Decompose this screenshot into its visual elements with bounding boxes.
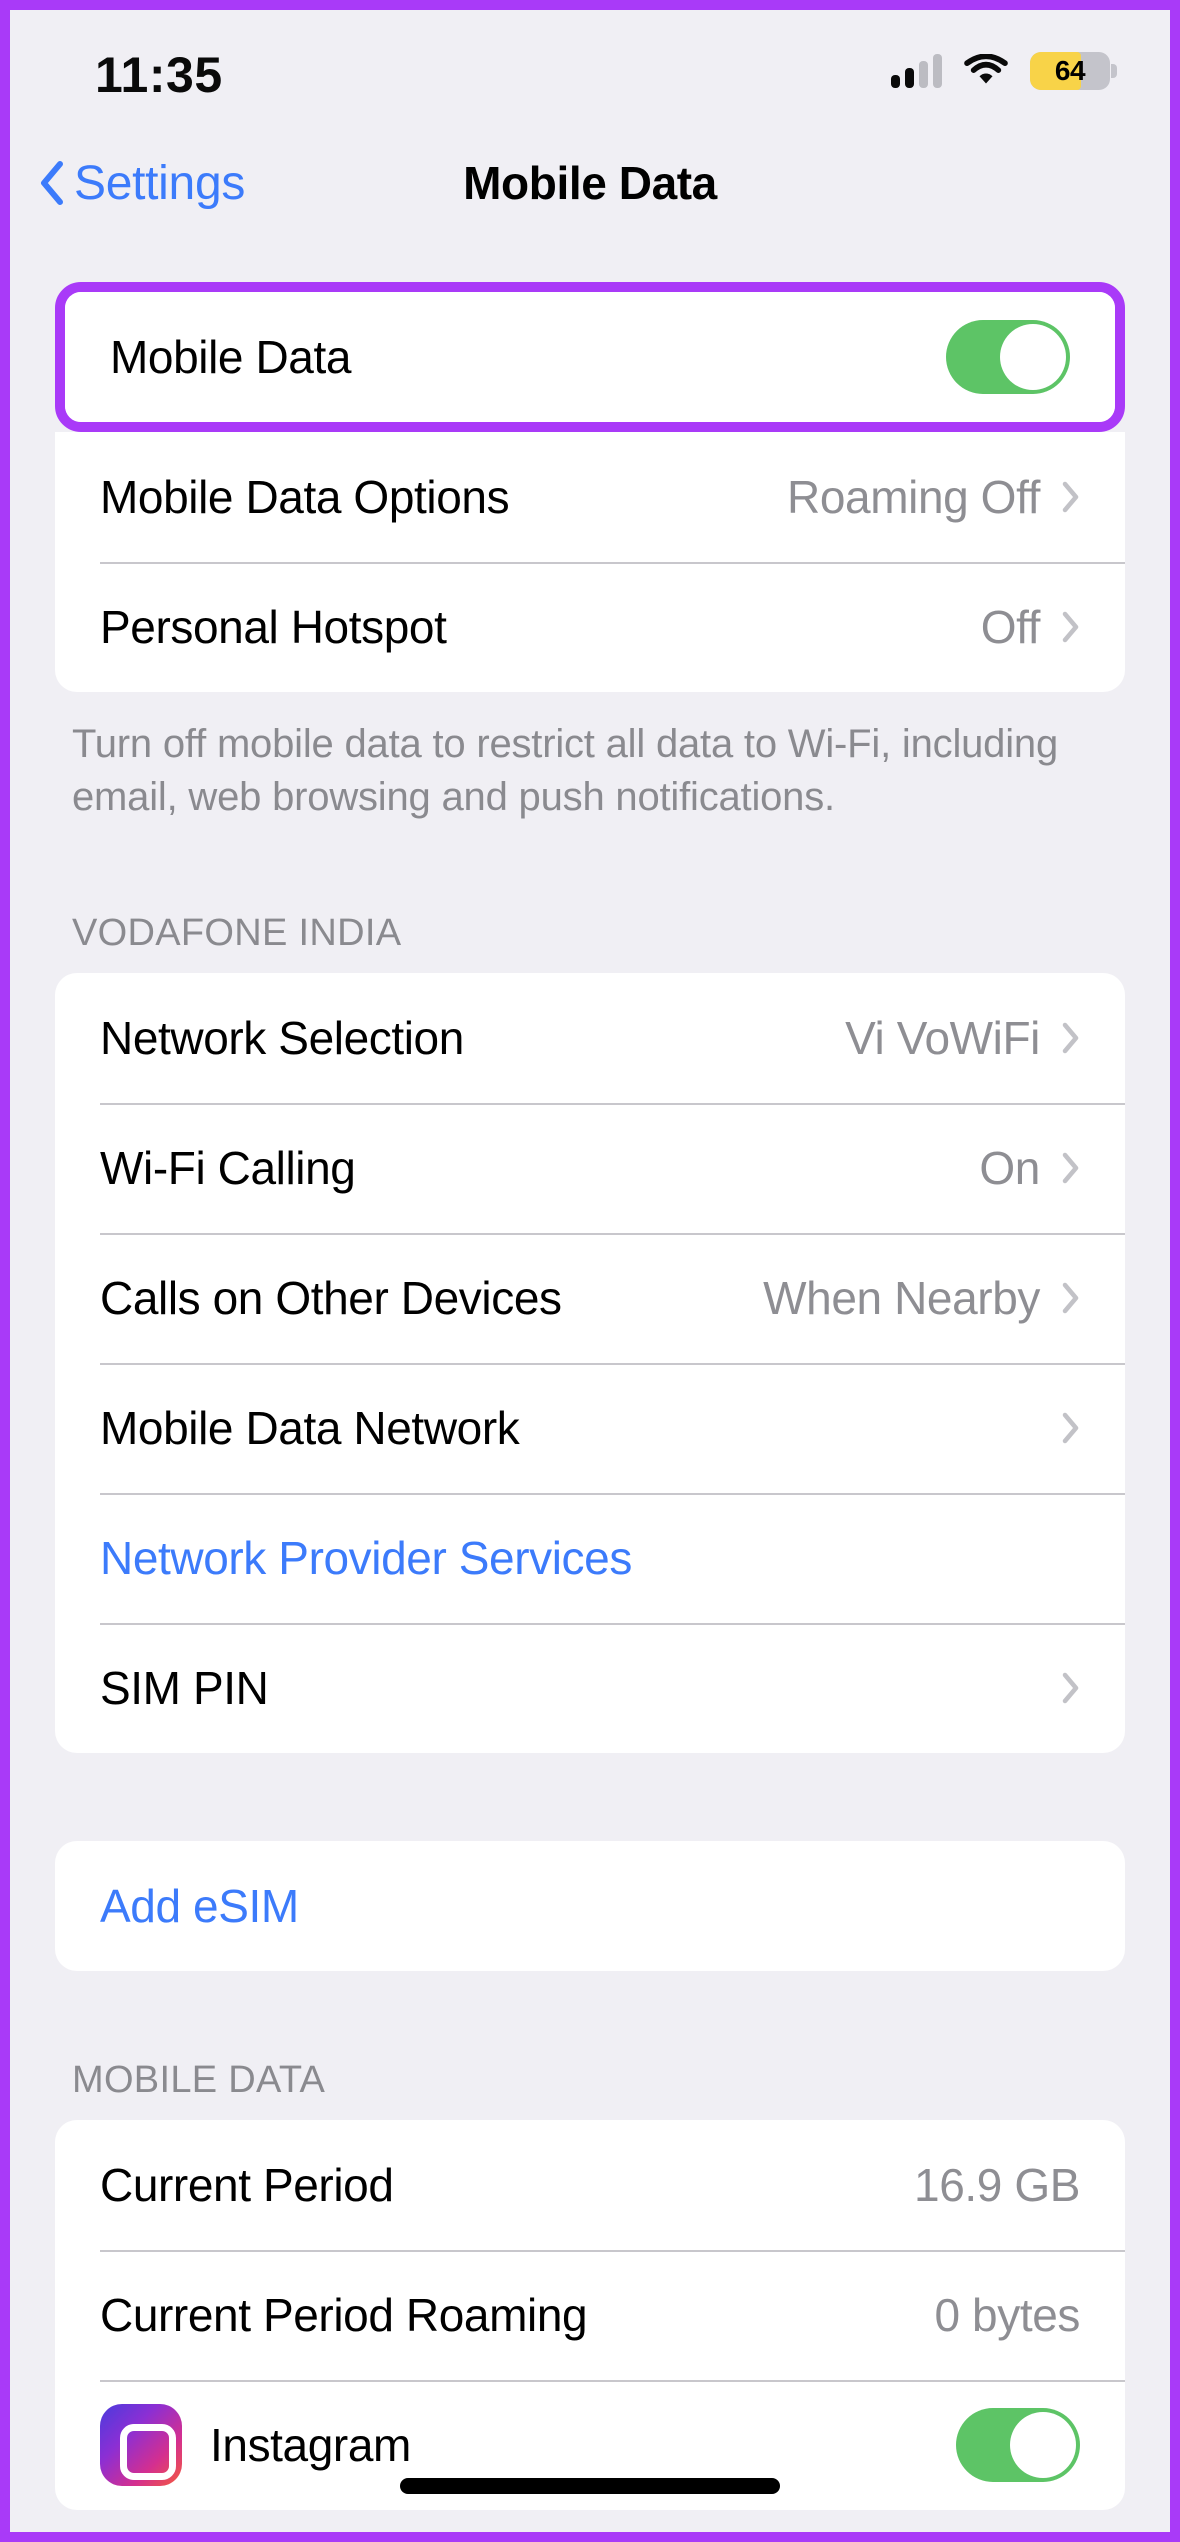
chevron-right-icon xyxy=(1062,1282,1079,1313)
row-label: Calls on Other Devices xyxy=(100,1271,562,1324)
row-label: Personal Hotspot xyxy=(100,601,447,653)
iphone-screen: 11:35 64 Settings Mobile Data Mobile Dat… xyxy=(10,10,1170,2532)
battery-percent-label: 64 xyxy=(1054,55,1086,86)
row-value: Vi VoWiFi xyxy=(845,1011,1040,1064)
row-wifi-calling[interactable]: Wi-Fi Calling On xyxy=(55,1102,1125,1233)
row-accessory: Vi VoWiFi xyxy=(845,1011,1080,1065)
row-value: Off xyxy=(980,601,1041,653)
chevron-right-icon xyxy=(1062,1412,1079,1443)
row-value: When Nearby xyxy=(763,1271,1040,1324)
mobile-data-toggle[interactable] xyxy=(946,320,1070,394)
row-accessory xyxy=(1062,1672,1080,1704)
row-current-period[interactable]: Current Period 16.9 GB xyxy=(55,2120,1125,2250)
page-title: Mobile Data xyxy=(463,157,717,209)
row-accessory: 0 bytes xyxy=(934,2288,1080,2342)
mobile-data-toggle-card: Mobile Data xyxy=(65,292,1115,422)
row-label: Mobile Data Network xyxy=(100,1401,520,1454)
row-label: Network Provider Services xyxy=(100,1531,632,1584)
row-accessory: On xyxy=(979,1141,1080,1195)
row-calls-on-other-devices[interactable]: Calls on Other Devices When Nearby xyxy=(55,1232,1125,1363)
row-accessory xyxy=(1062,1412,1080,1444)
row-network-selection[interactable]: Network Selection Vi VoWiFi xyxy=(55,973,1125,1103)
row-network-provider-services[interactable]: Network Provider Services xyxy=(55,1492,1125,1623)
status-indicators: 64 xyxy=(891,52,1117,90)
status-time: 11:35 xyxy=(95,47,223,103)
toggle-knob xyxy=(1010,2411,1076,2478)
row-accessory: When Nearby xyxy=(763,1271,1080,1325)
mobile-data-options-card: Mobile Data Options Roaming Off Personal… xyxy=(55,432,1125,692)
row-add-esim[interactable]: Add eSIM xyxy=(55,1841,1125,1971)
row-label: Current Period xyxy=(100,2158,394,2211)
chevron-right-icon xyxy=(1062,481,1079,513)
toggle-knob xyxy=(1000,324,1066,390)
row-accessory xyxy=(946,320,1070,394)
row-label: SIM PIN xyxy=(100,1661,269,1714)
chevron-right-icon xyxy=(1062,611,1079,643)
home-indicator xyxy=(400,2478,780,2494)
mobile-data-footer-note: Turn off mobile data to restrict all dat… xyxy=(72,722,1059,819)
mobile-data-highlight-annotation: Mobile Data xyxy=(55,282,1125,432)
row-mobile-data-options[interactable]: Mobile Data Options Roaming Off xyxy=(55,432,1125,562)
row-label: Network Selection xyxy=(100,1011,464,1064)
instagram-icon xyxy=(100,2403,182,2486)
mobile-data-usage-card: Current Period 16.9 GB Current Period Ro… xyxy=(55,2119,1125,2510)
row-personal-hotspot[interactable]: Personal Hotspot Off xyxy=(55,562,1125,692)
row-value: Roaming Off xyxy=(787,471,1040,523)
row-sim-pin[interactable]: SIM PIN xyxy=(55,1622,1125,1753)
row-mobile-data-network[interactable]: Mobile Data Network xyxy=(55,1362,1125,1493)
wifi-icon xyxy=(964,54,1008,84)
row-label: Mobile Data xyxy=(110,331,352,383)
app-name-label: Instagram xyxy=(210,2418,411,2471)
navigation-bar: Settings Mobile Data xyxy=(10,130,1170,236)
battery-icon: 64 xyxy=(1030,52,1117,90)
row-value: On xyxy=(979,1141,1040,1194)
chevron-right-icon xyxy=(1062,1672,1079,1703)
instagram-data-toggle[interactable] xyxy=(956,2407,1080,2482)
cellular-signal-icon xyxy=(891,54,942,88)
row-value: 16.9 GB xyxy=(914,2158,1080,2211)
row-accessory xyxy=(956,2407,1080,2482)
section-header-mobile-data-usage: MOBILE DATA xyxy=(72,2058,326,2101)
row-label: Current Period Roaming xyxy=(100,2288,588,2341)
row-accessory: Roaming Off xyxy=(787,470,1080,524)
add-esim-card: Add eSIM xyxy=(55,1840,1125,1971)
row-label: Wi-Fi Calling xyxy=(100,1141,356,1194)
row-mobile-data-toggle[interactable]: Mobile Data xyxy=(65,292,1115,422)
row-accessory: Off xyxy=(981,600,1080,654)
row-value: 0 bytes xyxy=(934,2288,1080,2341)
row-label: Mobile Data Options xyxy=(100,471,510,523)
row-current-period-roaming[interactable]: Current Period Roaming 0 bytes xyxy=(55,2249,1125,2380)
chevron-right-icon xyxy=(1062,1152,1079,1183)
section-header-carrier: VODAFONE INDIA xyxy=(72,911,402,954)
status-bar: 11:35 64 xyxy=(10,10,1170,130)
chevron-right-icon xyxy=(1062,1022,1079,1053)
row-label: Add eSIM xyxy=(100,1879,299,1932)
carrier-settings-card: Network Selection Vi VoWiFi Wi-Fi Callin… xyxy=(55,972,1125,1753)
row-accessory: 16.9 GB xyxy=(914,2158,1080,2212)
